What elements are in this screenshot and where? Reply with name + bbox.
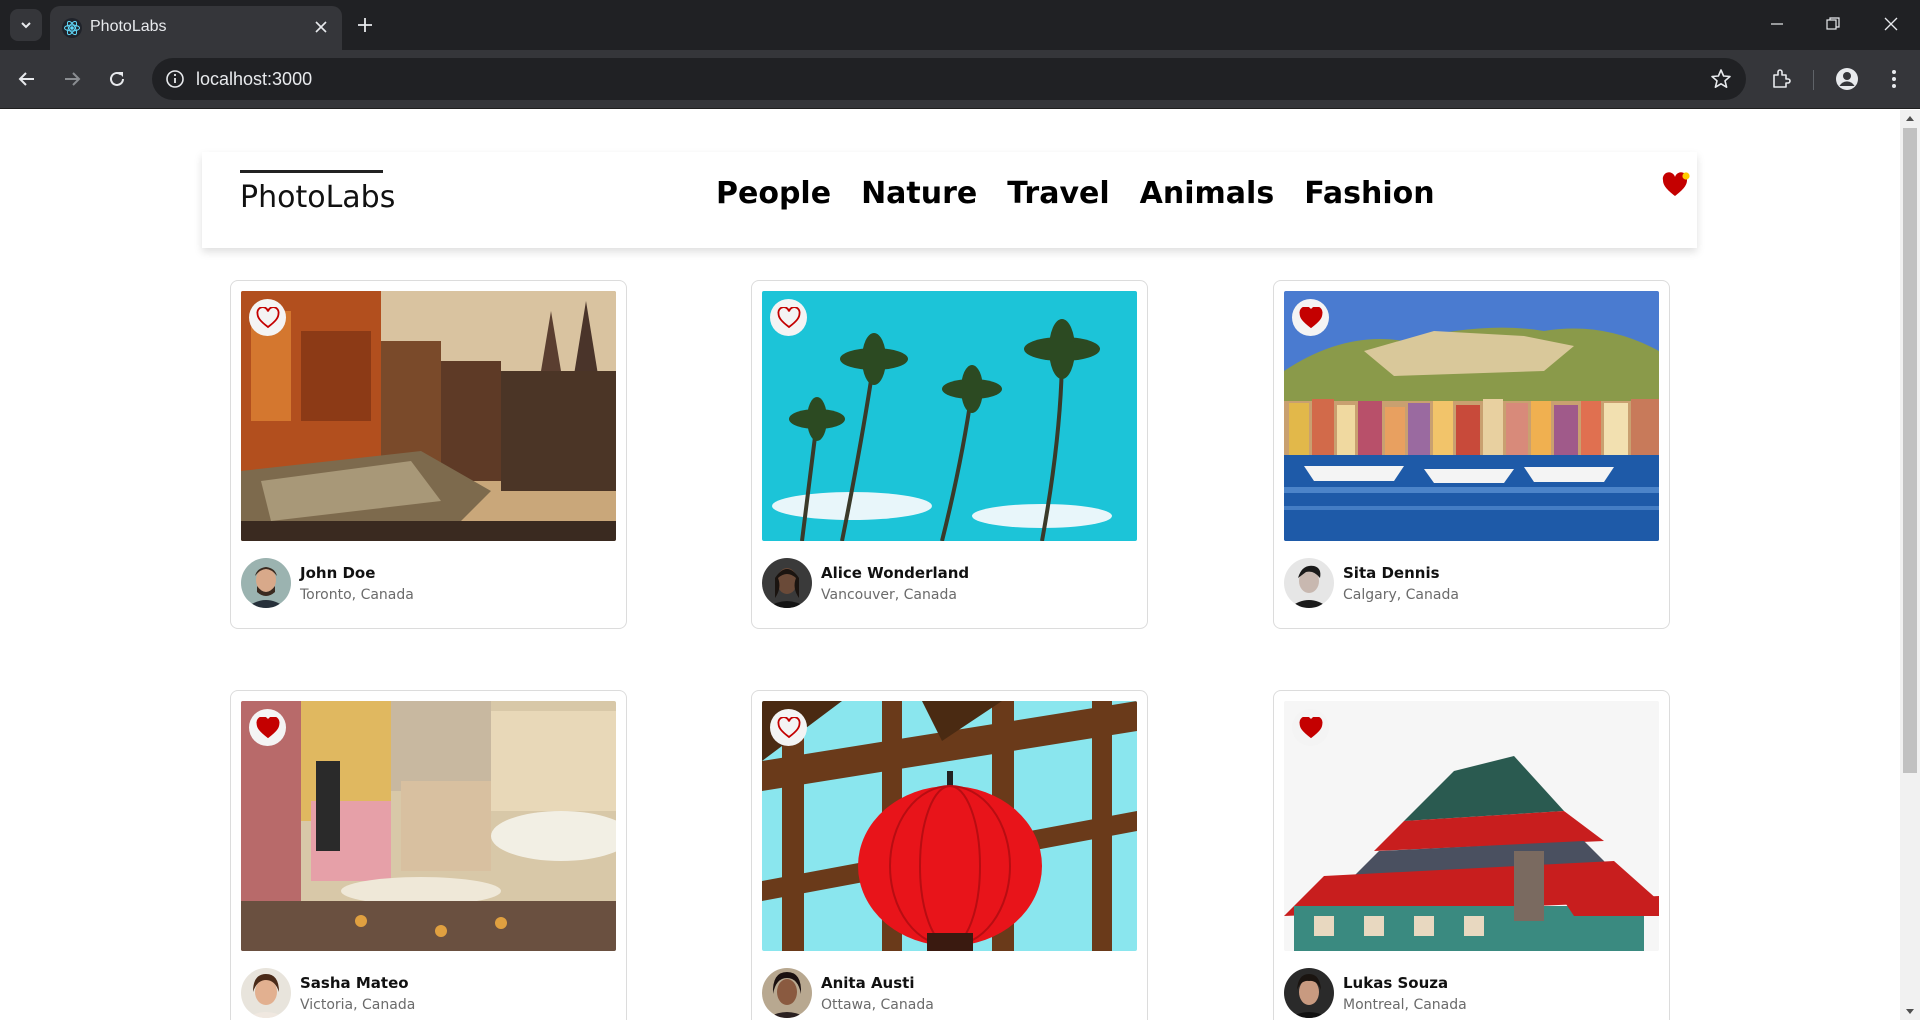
- topic-fashion[interactable]: Fashion: [1304, 176, 1434, 211]
- heart-filled-icon: [1299, 306, 1322, 328]
- menu-icon[interactable]: [1880, 65, 1908, 93]
- extensions-icon[interactable]: [1767, 65, 1795, 93]
- username: Sasha Mateo: [300, 974, 409, 992]
- site-info-icon[interactable]: [164, 68, 186, 90]
- favorite-button[interactable]: [770, 299, 807, 336]
- page-scrollbar[interactable]: [1900, 110, 1920, 1020]
- top-navigation-bar: PhotoLabs People Nature Travel Animals F…: [202, 152, 1697, 248]
- photo-card[interactable]: Anita Austi Ottawa, Canada: [751, 690, 1148, 1020]
- user-location: Montreal, Canada: [1343, 997, 1467, 1013]
- browser-tab[interactable]: PhotoLabs: [50, 6, 342, 50]
- bookmark-star-icon[interactable]: [1710, 68, 1732, 90]
- username: John Doe: [300, 564, 376, 582]
- tab-title: PhotoLabs: [90, 18, 167, 35]
- photo-image[interactable]: [1284, 291, 1659, 541]
- user-location: Ottawa, Canada: [821, 997, 934, 1013]
- scroll-up-arrow-icon[interactable]: [1906, 116, 1914, 121]
- favorite-button[interactable]: [249, 709, 286, 746]
- notification-dot: [1682, 172, 1690, 180]
- user-location: Vancouver, Canada: [821, 587, 957, 603]
- page-viewport: PhotoLabs People Nature Travel Animals F…: [0, 110, 1900, 1020]
- topic-list: People Nature Travel Animals Fashion: [716, 176, 1435, 211]
- favorite-button[interactable]: [1292, 709, 1329, 746]
- favorite-button[interactable]: [1292, 299, 1329, 336]
- photo-card[interactable]: Sita Dennis Calgary, Canada: [1273, 280, 1670, 629]
- app-logo[interactable]: PhotoLabs: [240, 180, 395, 215]
- topic-people[interactable]: People: [716, 176, 831, 211]
- username: Anita Austi: [821, 974, 915, 992]
- favorites-badge-heart-icon[interactable]: [1662, 172, 1690, 198]
- browser-toolbar: localhost:3000: [0, 50, 1920, 109]
- toolbar-separator: [1813, 70, 1814, 90]
- topic-animals[interactable]: Animals: [1140, 176, 1275, 211]
- browser-tabstrip: PhotoLabs: [0, 0, 1920, 50]
- back-icon[interactable]: [12, 64, 42, 94]
- photo-image[interactable]: [241, 291, 616, 541]
- photo-card[interactable]: John Doe Toronto, Canada: [230, 280, 627, 629]
- user-location: Toronto, Canada: [300, 587, 414, 603]
- photo-card[interactable]: Sasha Mateo Victoria, Canada: [230, 690, 627, 1020]
- username: Alice Wonderland: [821, 564, 970, 582]
- heart-outline-icon: [777, 716, 800, 738]
- topic-nature[interactable]: Nature: [861, 176, 977, 211]
- url-text: localhost:3000: [196, 69, 313, 89]
- photo-image[interactable]: [762, 291, 1137, 541]
- photo-image[interactable]: [241, 701, 616, 951]
- reload-icon[interactable]: [102, 64, 132, 94]
- topic-travel[interactable]: Travel: [1007, 176, 1109, 211]
- avatar: [762, 558, 812, 608]
- heart-filled-icon: [256, 716, 279, 738]
- avatar: [241, 968, 291, 1018]
- tab-search-icon[interactable]: [10, 9, 42, 41]
- logo-underline: [240, 170, 383, 173]
- avatar: [241, 558, 291, 608]
- address-bar[interactable]: localhost:3000: [152, 58, 1746, 100]
- window-close-icon[interactable]: [1868, 8, 1914, 40]
- avatar: [762, 968, 812, 1018]
- avatar: [1284, 558, 1334, 608]
- photo-image[interactable]: [1284, 701, 1659, 951]
- restore-icon[interactable]: [1810, 8, 1856, 40]
- photo-card[interactable]: Alice Wonderland Vancouver, Canada: [751, 280, 1148, 629]
- plus-icon[interactable]: [352, 12, 378, 38]
- user-location: Calgary, Canada: [1343, 587, 1459, 603]
- forward-icon[interactable]: [57, 64, 87, 94]
- react-favicon: [62, 18, 82, 38]
- user-location: Victoria, Canada: [300, 997, 416, 1013]
- close-icon[interactable]: [310, 16, 332, 38]
- photo-card[interactable]: Lukas Souza Montreal, Canada: [1273, 690, 1670, 1020]
- heart-outline-icon: [777, 306, 800, 328]
- avatar: [1284, 968, 1334, 1018]
- favorite-button[interactable]: [770, 709, 807, 746]
- username: Sita Dennis: [1343, 564, 1440, 582]
- minimize-icon[interactable]: [1754, 8, 1800, 40]
- username: Lukas Souza: [1343, 974, 1449, 992]
- profile-icon[interactable]: [1833, 65, 1861, 93]
- heart-outline-icon: [256, 306, 279, 328]
- favorite-button[interactable]: [249, 299, 286, 336]
- scrollbar-thumb[interactable]: [1903, 128, 1917, 773]
- heart-filled-icon: [1299, 716, 1322, 738]
- scroll-down-arrow-icon[interactable]: [1906, 1009, 1914, 1014]
- photo-image[interactable]: [762, 701, 1137, 951]
